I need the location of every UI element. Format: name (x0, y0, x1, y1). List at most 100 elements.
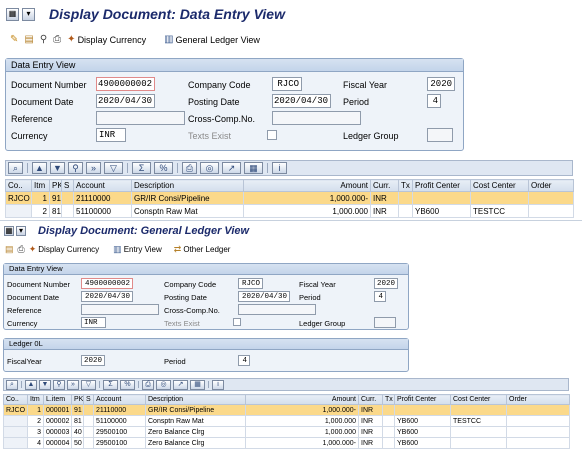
column-header[interactable]: Profit Center (412, 179, 471, 192)
ledger-period-field[interactable]: 4 (238, 355, 250, 366)
sum-icon[interactable]: Σ (103, 379, 118, 390)
find-next-icon[interactable]: » (67, 379, 79, 390)
table-row[interactable]: 2 000002 81 51100000 Consptn Raw Mat 1,0… (3, 415, 570, 427)
column-header[interactable]: Co.. (5, 179, 32, 192)
filter-icon[interactable]: ▽ (104, 162, 123, 174)
info-icon[interactable]: i (272, 162, 287, 174)
search-icon[interactable]: ⚲ (40, 35, 47, 45)
find-icon[interactable]: ⚲ (53, 379, 65, 390)
column-header[interactable]: Amount (245, 394, 359, 405)
views-icon[interactable]: ◎ (156, 379, 171, 390)
other-ledger-button[interactable]: ⇄ Other Ledger (174, 244, 231, 254)
find-icon[interactable]: ⚲ (68, 162, 83, 174)
ledger-fiscal-year-field[interactable]: 2020 (81, 355, 105, 366)
cell (3, 426, 28, 438)
ledger-group-field[interactable] (374, 317, 396, 328)
fiscal-year-field[interactable]: 2020 (427, 77, 455, 91)
details-icon[interactable]: ⌕ (6, 379, 18, 390)
screen-menu-icon[interactable]: ▾ (16, 226, 26, 236)
column-header[interactable]: Itm (27, 394, 44, 405)
display-currency-button[interactable]: ✦ Display Currency (29, 244, 99, 254)
column-header[interactable]: Profit Center (394, 394, 451, 405)
reference-field[interactable] (96, 111, 185, 125)
column-header[interactable]: L.item (43, 394, 72, 405)
print-icon[interactable]: ⎙ (18, 244, 25, 254)
export-icon[interactable]: ↗ (222, 162, 241, 174)
period-field[interactable]: 4 (374, 291, 386, 302)
layout-icon[interactable]: ▦ (244, 162, 263, 174)
table-row[interactable]: RJCO 1 000001 91 21110000 GR/IR Consi/Pi… (3, 404, 570, 416)
column-header[interactable]: Account (93, 394, 146, 405)
table-row[interactable]: 3 000003 40 29500100 Zero Balance Clrg 1… (3, 426, 570, 438)
column-header[interactable]: Curr. (358, 394, 383, 405)
reference-field[interactable] (81, 304, 159, 315)
column-header[interactable]: Cost Center (470, 179, 529, 192)
filter-icon[interactable]: ▽ (81, 379, 96, 390)
document-icon[interactable]: ▤ (5, 244, 14, 254)
document-number-field[interactable]: 4900000002 (81, 278, 133, 289)
column-header[interactable]: Tx (398, 179, 413, 192)
layout-icon[interactable]: ▦ (190, 379, 205, 390)
find-next-icon[interactable]: » (86, 162, 101, 174)
company-code-field[interactable]: RJCO (238, 278, 263, 289)
column-header[interactable]: Cost Center (450, 394, 507, 405)
print-icon[interactable]: ⎙ (53, 35, 61, 45)
posting-date-field[interactable]: 2020/04/30 (272, 94, 331, 108)
document-date-field[interactable]: 2020/04/30 (81, 291, 133, 302)
texts-exist-checkbox[interactable] (267, 130, 277, 140)
sort-ascending-icon[interactable]: ▲ (25, 379, 37, 390)
column-header[interactable]: S (83, 394, 94, 405)
document-icon[interactable]: ▤ (24, 35, 33, 45)
posting-date-field[interactable]: 2020/04/30 (238, 291, 290, 302)
texts-exist-checkbox[interactable] (233, 318, 241, 326)
sort-ascending-icon[interactable]: ▲ (32, 162, 47, 174)
entry-view-button[interactable]: ▥ Entry View (113, 244, 162, 254)
document-number-field[interactable]: 4900000002 (96, 77, 155, 91)
column-header[interactable]: Tx (382, 394, 395, 405)
display-currency-button[interactable]: ✦ Display Currency (67, 35, 146, 46)
column-header[interactable]: Order (528, 179, 574, 192)
details-icon[interactable]: ⌕ (8, 162, 23, 174)
column-header[interactable]: Order (506, 394, 570, 405)
table-row[interactable]: 2 81 51100000 Consptn Raw Mat 1,000.000 … (5, 204, 574, 218)
currency-field[interactable]: INR (96, 128, 126, 142)
subtotal-icon[interactable]: % (120, 379, 135, 390)
print-preview-icon[interactable]: ⎙ (142, 379, 154, 390)
table-row[interactable]: RJCO 1 91 21110000 GR/IR Consi/Pipeline … (5, 191, 574, 205)
sum-icon[interactable]: Σ (132, 162, 151, 174)
column-header[interactable]: PK (49, 179, 62, 192)
menu-icon[interactable]: ▦ (4, 226, 14, 236)
currency-field[interactable]: INR (81, 317, 106, 328)
subtotal-icon[interactable]: % (154, 162, 173, 174)
sort-descending-icon[interactable]: ▼ (50, 162, 65, 174)
general-ledger-view-button[interactable]: ▥ General Ledger View (164, 35, 260, 46)
period-field[interactable]: 4 (427, 94, 441, 108)
ledger-group-field[interactable] (427, 128, 453, 142)
menu-icon[interactable]: ▦ (6, 7, 19, 21)
cross-comp-field[interactable] (238, 304, 316, 315)
cross-comp-field[interactable] (272, 111, 361, 125)
views-icon[interactable]: ◎ (200, 162, 219, 174)
cell (61, 191, 74, 205)
column-header[interactable]: Co.. (3, 394, 28, 405)
cell: 2 (27, 415, 44, 427)
info-icon[interactable]: i (212, 379, 224, 390)
column-header[interactable]: S (61, 179, 74, 192)
column-header[interactable]: Curr. (370, 179, 399, 192)
sort-descending-icon[interactable]: ▼ (39, 379, 51, 390)
print-preview-icon[interactable]: ⎙ (182, 162, 197, 174)
table-row[interactable]: 4 000004 50 29500100 Zero Balance Clrg 1… (3, 437, 570, 449)
column-header[interactable]: PK (71, 394, 84, 405)
column-header[interactable]: Amount (243, 179, 371, 192)
column-header[interactable]: Description (131, 179, 244, 192)
fiscal-year-field[interactable]: 2020 (374, 278, 398, 289)
column-header[interactable]: Itm (31, 179, 50, 192)
cell (83, 437, 94, 449)
screen-menu-icon[interactable]: ▾ (22, 7, 35, 21)
edit-icon[interactable]: ✎ (10, 35, 18, 45)
export-icon[interactable]: ↗ (173, 379, 188, 390)
document-date-field[interactable]: 2020/04/30 (96, 94, 155, 108)
company-code-field[interactable]: RJCO (272, 77, 302, 91)
column-header[interactable]: Account (73, 179, 132, 192)
column-header[interactable]: Description (145, 394, 246, 405)
